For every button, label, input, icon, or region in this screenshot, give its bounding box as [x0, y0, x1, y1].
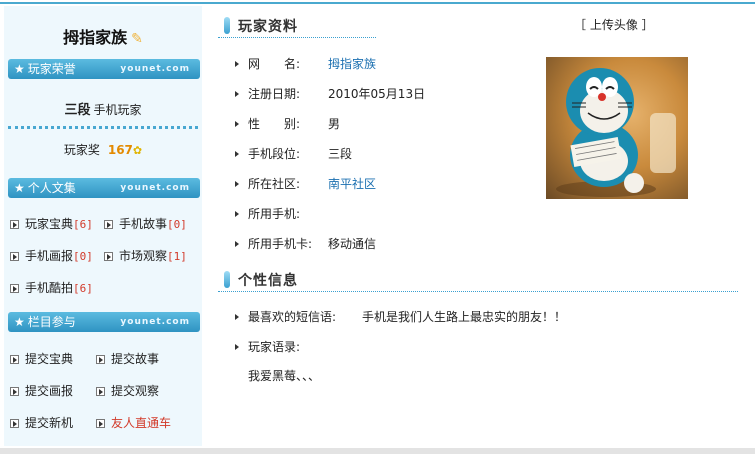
username-header: 拇指家族 ✎	[4, 24, 202, 48]
section-pill-icon	[224, 17, 230, 34]
star-icon: ★	[14, 181, 25, 195]
friend-express-link[interactable]: 友人直通车	[96, 414, 171, 431]
arrow-icon	[10, 284, 19, 293]
column-section-bar: ★ 栏目参与 younet.com	[8, 312, 200, 332]
column-title: 栏目参与	[27, 315, 76, 329]
bottom-border	[0, 448, 755, 454]
upload-avatar-link[interactable]: ［ 上传头像 ］	[574, 16, 654, 33]
award-info: 玩家奖 167✿	[4, 141, 202, 158]
rank-level: 三段	[64, 103, 91, 118]
profile-row-phone: 所用手机:	[235, 205, 328, 222]
top-border	[0, 2, 755, 4]
arrow-icon	[96, 355, 105, 364]
doraemon-figure-icon	[556, 68, 676, 197]
profile-row-gender: 性 别: 男	[235, 115, 340, 132]
article-link-guancha[interactable]: 市场观察[1]	[104, 247, 187, 264]
bullet-icon	[235, 241, 239, 247]
nickname-link[interactable]: 拇指家族	[328, 57, 376, 71]
bullet-icon	[235, 181, 239, 187]
article-link-kupai[interactable]: 手机酷拍[6]	[10, 279, 93, 296]
arrow-icon	[96, 419, 105, 428]
honor-title: 玩家荣誉	[27, 62, 76, 76]
watermark: younet.com	[120, 183, 190, 193]
personal-row-quote: 玩家语录:	[235, 338, 300, 355]
arrow-icon	[96, 387, 105, 396]
arrow-icon	[104, 252, 113, 261]
profile-row-rank: 手机段位: 三段	[235, 145, 352, 162]
award-label: 玩家奖	[63, 143, 100, 157]
section-pill-icon	[224, 271, 230, 288]
arrow-icon	[10, 355, 19, 364]
personal-row-sms: 最喜欢的短信语: 手机是我们人生路上最忠实的朋友！！	[235, 308, 566, 325]
quote-text: 我爱黑莓、、、	[248, 369, 321, 383]
username: 拇指家族	[63, 28, 128, 47]
watermark: younet.com	[120, 317, 190, 327]
bullet-icon	[235, 211, 239, 217]
star-icon: ★	[14, 62, 25, 76]
star-icon: ★	[14, 315, 25, 329]
articles-title: 个人文集	[27, 181, 76, 195]
flower-icon: ✿	[132, 144, 143, 157]
honor-section-bar: ★ 玩家荣誉 younet.com	[8, 59, 200, 79]
rank-info: 三段 手机玩家	[4, 99, 202, 118]
arrow-icon	[10, 419, 19, 428]
bullet-icon	[235, 61, 239, 67]
pencil-icon: ✎	[131, 31, 143, 47]
profile-row-community: 所在社区: 南平社区	[235, 175, 376, 192]
article-link-baodian[interactable]: 玩家宝典[6]	[10, 215, 93, 232]
bullet-icon	[235, 151, 239, 157]
rank-name: 手机玩家	[93, 103, 142, 117]
dotted-divider	[8, 126, 198, 130]
watermark: younet.com	[120, 64, 190, 74]
article-link-gushi[interactable]: 手机故事[0]	[104, 215, 187, 232]
sidebar: 拇指家族 ✎ ★ 玩家荣誉 younet.com 三段 手机玩家 玩家奖 167✿ ★ 个…	[4, 6, 202, 446]
submit-xinji-link[interactable]: 提交新机	[10, 414, 73, 431]
arrow-icon	[10, 252, 19, 261]
articles-section-bar: ★ 个人文集 younet.com	[8, 178, 200, 198]
arrow-icon	[104, 220, 113, 229]
bullet-icon	[235, 91, 239, 97]
submit-huabao-link[interactable]: 提交画报	[10, 382, 73, 399]
article-link-huabao[interactable]: 手机画报[0]	[10, 247, 93, 264]
personal-section-title: 个性信息	[224, 270, 298, 290]
bullet-icon	[235, 314, 239, 320]
arrow-icon	[10, 220, 19, 229]
arrow-icon	[10, 387, 19, 396]
submit-baodian-link[interactable]: 提交宝典	[10, 350, 73, 367]
community-link[interactable]: 南平社区	[328, 177, 376, 191]
profile-row-nickname: 网 名: 拇指家族	[235, 55, 376, 72]
avatar-photo	[546, 57, 688, 199]
submit-guancha-link[interactable]: 提交观察	[96, 382, 159, 399]
submit-gushi-link[interactable]: 提交故事	[96, 350, 159, 367]
profile-row-register-date: 注册日期: 2010年05月13日	[235, 85, 425, 102]
bullet-icon	[235, 344, 239, 350]
personal-title-underline	[218, 291, 738, 292]
award-value: 167	[107, 143, 133, 157]
profile-title-underline	[218, 37, 376, 38]
bullet-icon	[235, 121, 239, 127]
profile-section-title: 玩家资料	[224, 16, 298, 36]
profile-row-sim: 所用手机卡: 移动通信	[235, 235, 376, 252]
